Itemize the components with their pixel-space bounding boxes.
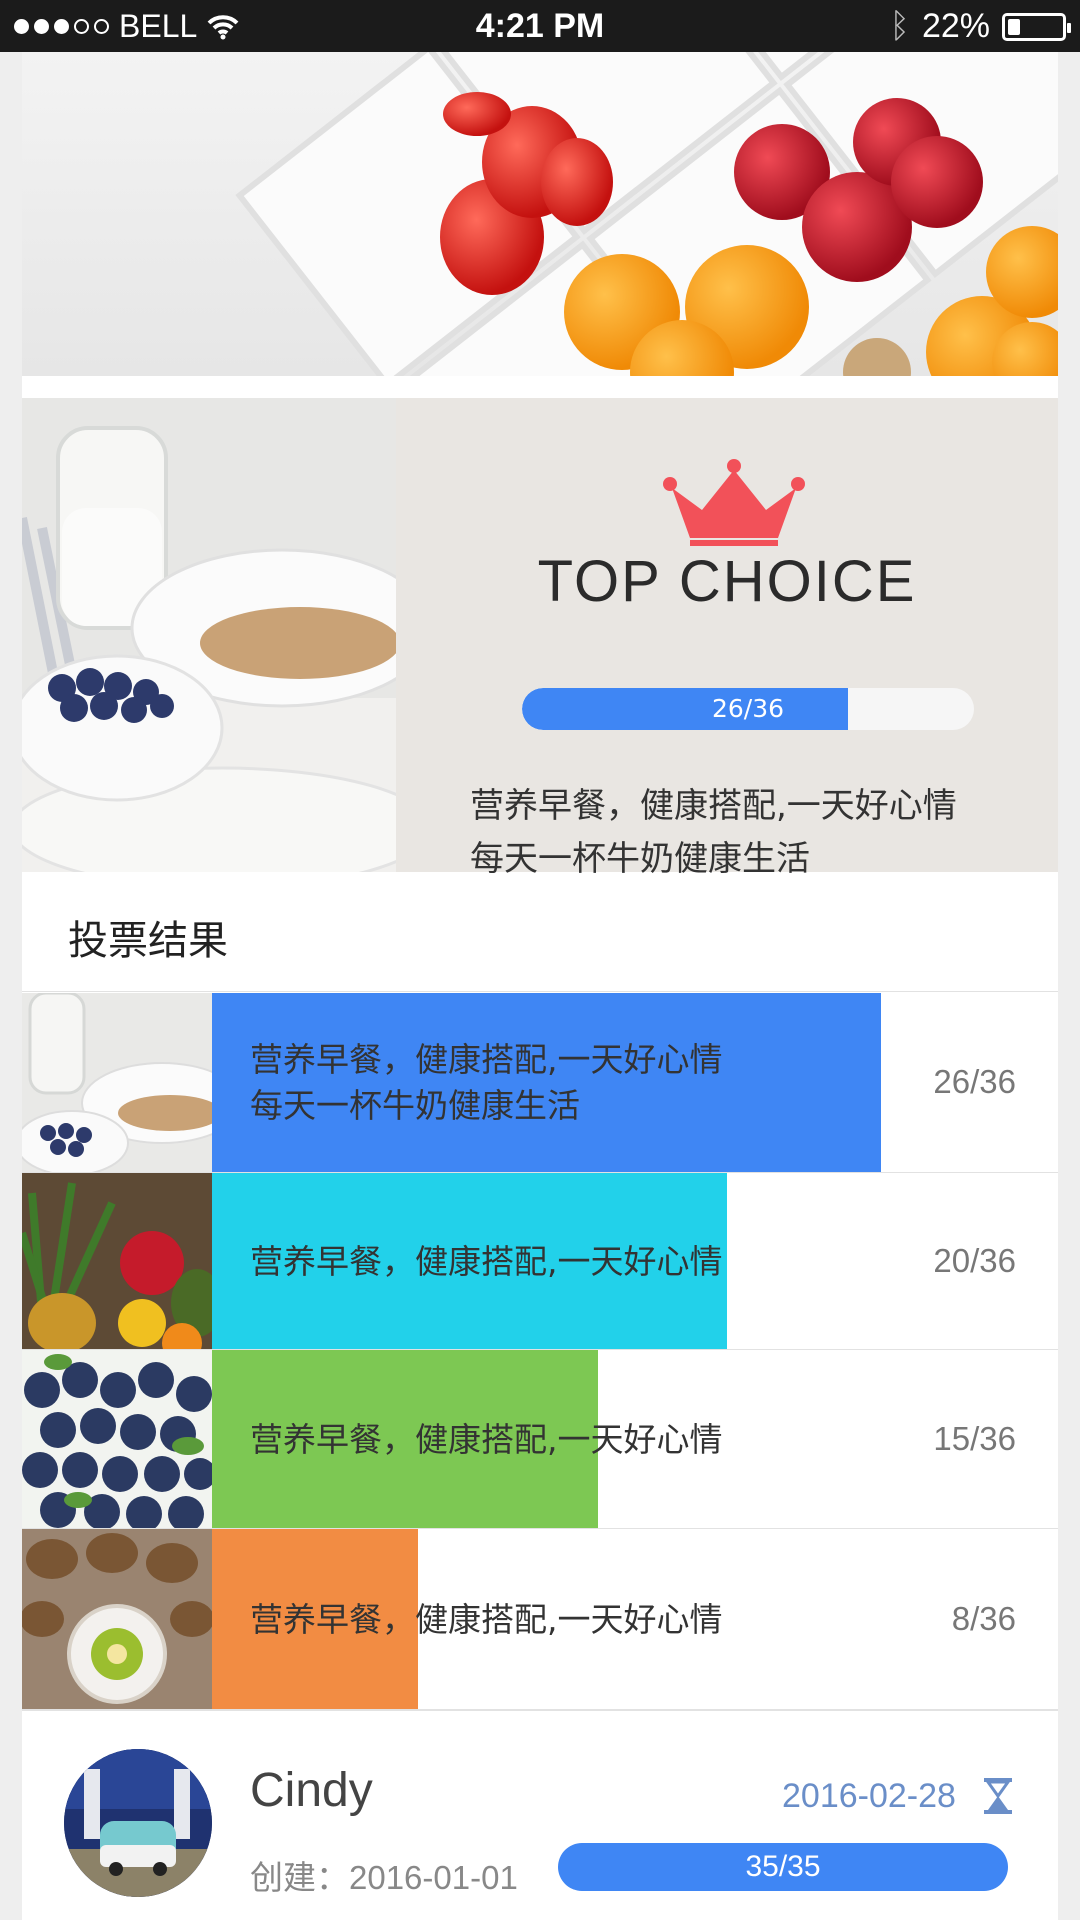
vote-option-count: 26/36 [933, 1063, 1016, 1100]
status-bar: BELL 4:21 PM ᛒ 22% [0, 0, 1080, 52]
created-date: 2016-01-01 [349, 1859, 518, 1896]
participation-progress: 35/35 [558, 1843, 1008, 1891]
crown-icon [663, 459, 805, 546]
vote-option-image [22, 1350, 212, 1528]
vote-option-text: 营养早餐，健康搭配,一天好心情 [250, 1417, 723, 1463]
user-name[interactable]: Cindy [250, 1763, 373, 1818]
vote-option-count: 15/36 [933, 1420, 1016, 1457]
vote-option-line1: 营养早餐，健康搭配,一天好心情 [250, 1420, 723, 1459]
created-info: 创建：2016-01-01 [250, 1851, 518, 1899]
vote-option-image [22, 1173, 212, 1349]
vote-option-text: 营养早餐，健康搭配,一天好心情 [250, 1239, 723, 1285]
vote-option-text: 营养早餐，健康搭配,一天好心情 [250, 1597, 723, 1643]
vote-row[interactable]: 营养早餐，健康搭配,一天好心情 15/36 [22, 1350, 1058, 1529]
vote-row[interactable]: 营养早餐，健康搭配,一天好心情 20/36 [22, 1173, 1058, 1350]
vote-option-image [22, 993, 212, 1172]
vote-option-count: 8/36 [951, 1600, 1016, 1637]
hero-fruit-image [22, 52, 1058, 376]
created-label: 创建： [250, 1859, 349, 1896]
end-date: 2016-02-28 [782, 1777, 956, 1815]
bluetooth-icon: ᛒ [889, 7, 910, 45]
top-choice-title: TOP CHOICE [537, 549, 917, 614]
avatar[interactable] [64, 1749, 212, 1897]
vote-option-count: 20/36 [933, 1242, 1016, 1279]
vote-option-line1: 营养早餐，健康搭配,一天好心情 [250, 1600, 723, 1639]
vote-option-line2: 每天一杯牛奶健康生活 [250, 1086, 580, 1125]
top-choice-description: 营养早餐，健康搭配,一天好心情 每天一杯牛奶健康生活 [470, 780, 1030, 886]
vote-card: TOP CHOICE 26/36 营养早餐，健康搭配,一天好心情 每天一杯牛奶健… [22, 52, 1058, 1920]
vote-option-line1: 营养早餐，健康搭配,一天好心情 [250, 1242, 723, 1281]
battery-icon [1002, 12, 1071, 41]
top-choice-progress-label: 26/36 [711, 694, 785, 723]
top-choice-desc-line1: 营养早餐，健康搭配,一天好心情 [470, 786, 957, 826]
battery-percent: 22% [921, 7, 990, 45]
top-choice-progress: 26/36 [522, 688, 974, 730]
vote-option-text: 营养早餐，健康搭配,一天好心情 每天一杯牛奶健康生活 [250, 1037, 723, 1129]
vote-row[interactable]: 营养早餐，健康搭配,一天好心情 每天一杯牛奶健康生活 26/36 [22, 993, 1058, 1173]
milk-cereal-photo [22, 398, 396, 872]
vote-row[interactable]: 营养早餐，健康搭配,一天好心情 8/36 [22, 1529, 1058, 1710]
vote-option-line1: 营养早餐，健康搭配,一天好心情 [250, 1040, 723, 1079]
vote-results-header: 投票结果 [22, 872, 1058, 992]
vote-results-title: 投票结果 [68, 918, 228, 964]
creator-info: Cindy 2016-02-28 创建：2016-01-01 35/35 [22, 1710, 1058, 1920]
top-choice-panel[interactable]: TOP CHOICE 26/36 营养早餐，健康搭配,一天好心情 每天一杯牛奶健… [22, 398, 1058, 879]
vote-option-image [22, 1529, 212, 1709]
hourglass-icon [984, 1778, 1012, 1814]
